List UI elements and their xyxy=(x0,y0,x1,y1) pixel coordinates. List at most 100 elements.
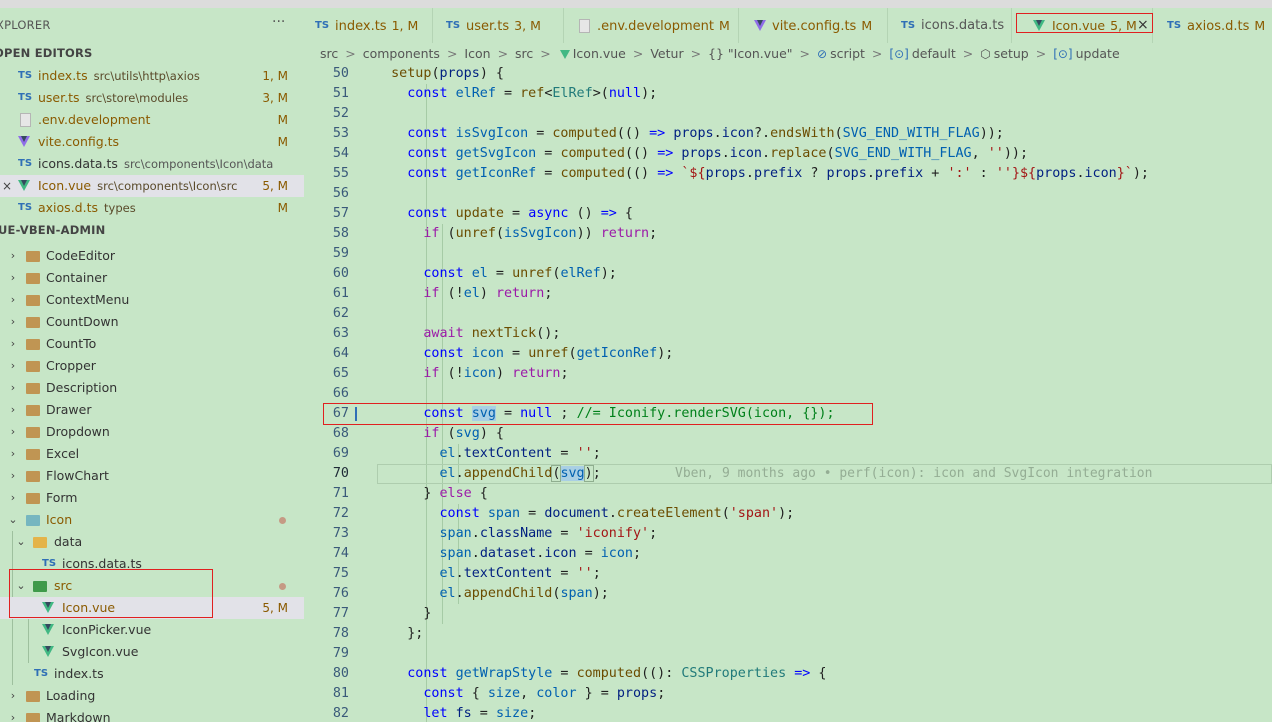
open-editor-icon-vue[interactable]: × Icon.vue src\components\Icon\src 5, M xyxy=(0,175,304,197)
tree-label: Description xyxy=(46,380,118,395)
breadcrumb-item[interactable]: {} "Icon.vue" xyxy=(708,46,793,61)
highlight-box-line-67 xyxy=(323,403,873,425)
tree-folder-description[interactable]: › Description xyxy=(0,377,304,399)
tree-folder-form[interactable]: › Form xyxy=(0,487,304,509)
tree-folder-countto[interactable]: › CountTo xyxy=(0,333,304,355)
line-number: 79 xyxy=(332,646,349,661)
tab-user-ts[interactable]: TS user.ts 3, M xyxy=(436,8,564,43)
open-editor-name: icons.data.ts xyxy=(38,156,118,171)
git-status: M xyxy=(277,135,288,149)
open-editor-path: types xyxy=(104,201,136,215)
code-text: el.textContent = ''; xyxy=(439,446,601,461)
breadcrumb-item[interactable]: Icon.vue xyxy=(573,46,626,61)
typescript-icon: TS xyxy=(315,20,330,31)
tree-folder-markdown[interactable]: › Markdown xyxy=(0,707,304,722)
tree-folder-loading[interactable]: › Loading xyxy=(0,685,304,707)
open-editor-axios-d-ts[interactable]: TS axios.d.ts types M xyxy=(0,197,304,219)
line-number: 61 xyxy=(332,286,349,301)
line-number: 60 xyxy=(332,266,349,281)
code-text: const isSvgIcon = computed(() => props.i… xyxy=(407,126,1004,141)
open-editor-vite-config[interactable]: vite.config.ts M xyxy=(0,131,304,153)
chevron-right-icon: › xyxy=(10,711,16,722)
code-text: const span = document.createElement('spa… xyxy=(439,506,795,521)
tab-axios-d-ts[interactable]: TS axios.d.ts M xyxy=(1157,8,1272,43)
code-line: 62 xyxy=(305,304,1272,324)
tree-file-iconpicker-vue[interactable]: IconPicker.vue xyxy=(0,619,304,641)
git-status: M xyxy=(277,201,288,215)
line-number: 57 xyxy=(332,206,349,221)
vue-icon xyxy=(42,646,54,657)
open-editor-icons-data[interactable]: TS icons.data.ts src\components\Icon\data xyxy=(0,153,304,175)
chevron-right-icon: › xyxy=(10,425,16,438)
code-text: const update = async () => { xyxy=(407,206,633,221)
tree-folder-container[interactable]: › Container xyxy=(0,267,304,289)
breadcrumb-item[interactable]: Vetur xyxy=(650,46,683,61)
project-header[interactable]: UE-VBEN-ADMIN xyxy=(0,223,105,237)
code-editor[interactable]: 50 setup(props) { 51 const elRef = ref<E… xyxy=(305,64,1272,722)
breadcrumb-item[interactable]: src xyxy=(515,46,533,61)
open-editor-env-development[interactable]: .env.development M xyxy=(0,109,304,131)
line-number: 54 xyxy=(332,146,349,161)
code-text: el.appendChild(span); xyxy=(439,586,609,601)
tree-file-index-ts[interactable]: TS index.ts xyxy=(0,663,304,685)
tree-folder-excel[interactable]: › Excel xyxy=(0,443,304,465)
explorer-title: XPLORER xyxy=(0,18,51,32)
more-actions-icon[interactable]: ··· xyxy=(272,14,285,30)
code-line: 75 el.textContent = ''; xyxy=(305,564,1272,584)
chevron-right-icon: › xyxy=(10,381,16,394)
breadcrumb-item[interactable]: script xyxy=(830,46,865,61)
tree-folder-flowchart[interactable]: › FlowChart xyxy=(0,465,304,487)
tab-env-development[interactable]: .env.development M xyxy=(567,8,739,43)
tree-folder-dropdown[interactable]: › Dropdown xyxy=(0,421,304,443)
tree-folder-data[interactable]: ⌄ data xyxy=(0,531,304,553)
folder-icon xyxy=(26,405,40,416)
code-line: 65 if (!icon) return; xyxy=(305,364,1272,384)
line-number: 75 xyxy=(332,566,349,581)
code-line: 54 const getSvgIcon = computed(() => pro… xyxy=(305,144,1272,164)
breadcrumb-item[interactable]: src xyxy=(320,46,338,61)
line-number: 50 xyxy=(332,66,349,81)
chevron-right-icon: › xyxy=(10,447,16,460)
code-line: 63 await nextTick(); xyxy=(305,324,1272,344)
open-editor-user-ts[interactable]: TS user.ts src\store\modules 3, M xyxy=(0,87,304,109)
tree-label: CountTo xyxy=(46,336,97,351)
tree-file-svgicon-vue[interactable]: SvgIcon.vue xyxy=(0,641,304,663)
close-icon[interactable]: × xyxy=(2,175,12,197)
folder-icon xyxy=(26,339,40,350)
vite-icon xyxy=(18,136,30,147)
tree-folder-cropper[interactable]: › Cropper xyxy=(0,355,304,377)
vue-icon xyxy=(18,180,30,191)
line-number: 81 xyxy=(332,686,349,701)
tree-folder-icon[interactable]: ⌄ Icon xyxy=(0,509,304,531)
tab-icons-data[interactable]: TS icons.data.ts xyxy=(891,8,1012,43)
breadcrumb-item[interactable]: Icon xyxy=(464,46,490,61)
code-text: const getWrapStyle = computed((): CSSPro… xyxy=(407,666,827,681)
tree-folder-contextmenu[interactable]: › ContextMenu xyxy=(0,289,304,311)
breadcrumb-item[interactable]: update xyxy=(1076,46,1120,61)
code-text: } xyxy=(375,606,432,621)
breadcrumb-separator: > xyxy=(871,46,883,61)
breadcrumb-item[interactable]: setup xyxy=(994,46,1029,61)
line-number: 51 xyxy=(332,86,349,101)
symbol-module-icon: ⊘ xyxy=(817,47,828,61)
breadcrumb-item[interactable]: default xyxy=(912,46,956,61)
open-editor-index-ts[interactable]: TS index.ts src\utils\http\axios 1, M xyxy=(0,65,304,87)
code-text: const getSvgIcon = computed(() => props.… xyxy=(407,146,1029,161)
tree-folder-drawer[interactable]: › Drawer xyxy=(0,399,304,421)
vue-icon xyxy=(559,50,570,59)
breadcrumb-item[interactable]: components xyxy=(363,46,440,61)
folder-icon xyxy=(26,317,40,328)
open-editors-header[interactable]: OPEN EDITORS xyxy=(0,46,93,60)
folder-icon xyxy=(26,449,40,460)
tree-folder-codeeditor[interactable]: › CodeEditor xyxy=(0,245,304,267)
tab-label: axios.d.ts xyxy=(1187,19,1250,34)
tab-index-ts[interactable]: TS index.ts 1, M xyxy=(305,8,433,43)
line-number: 58 xyxy=(332,226,349,241)
code-line: 50 setup(props) { xyxy=(305,64,1272,84)
tab-vite-config[interactable]: vite.config.ts M xyxy=(742,8,888,43)
code-line-current: 70 el.appendChild(svg); Vben, 9 months ag… xyxy=(305,464,1272,484)
folder-icon xyxy=(26,273,40,284)
tree-folder-countdown[interactable]: › CountDown xyxy=(0,311,304,333)
explorer-sidebar: XPLORER ··· OPEN EDITORS TS index.ts src\… xyxy=(0,8,304,722)
git-status: 5, M xyxy=(262,179,288,193)
